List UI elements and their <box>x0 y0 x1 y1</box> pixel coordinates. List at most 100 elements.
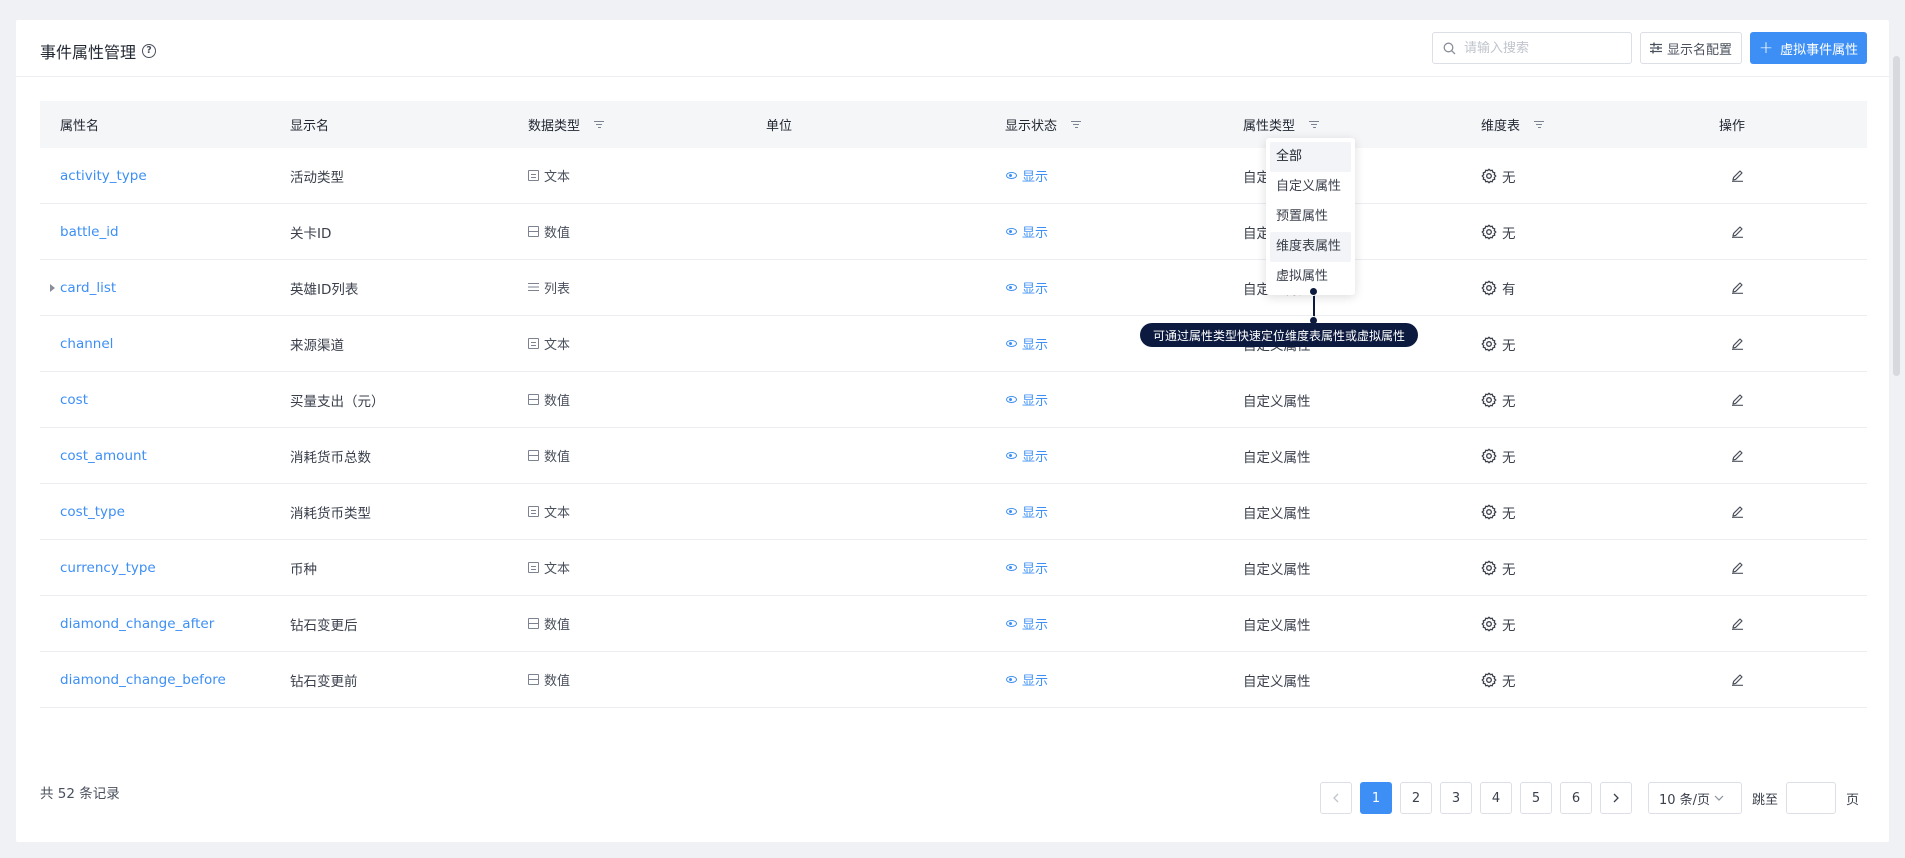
search-box[interactable] <box>1432 32 1632 64</box>
filter-option-custom[interactable]: 自定义属性 <box>1270 172 1351 202</box>
display-name-text: 活动类型 <box>290 169 344 186</box>
virtual-event-attr-button[interactable]: + 虚拟事件属性 <box>1750 32 1867 64</box>
page-button-5[interactable]: 5 <box>1520 782 1552 814</box>
text-doc-icon <box>528 562 539 573</box>
attr-name-link[interactable]: channel <box>60 336 113 352</box>
attr-name-link[interactable]: activity_type <box>60 168 147 184</box>
cell-display-status[interactable]: 显示 <box>985 502 1223 521</box>
filter-icon[interactable] <box>594 120 605 129</box>
gear-icon[interactable] <box>1481 392 1497 408</box>
scrollbar[interactable] <box>1893 56 1900 376</box>
cell-display-status[interactable]: 显示 <box>985 166 1223 185</box>
help-icon[interactable]: ? <box>142 44 157 58</box>
display-name-text: 币种 <box>290 561 317 578</box>
cell-display-status[interactable]: 显示 <box>985 278 1223 297</box>
filter-icon[interactable] <box>1534 120 1545 129</box>
gear-icon[interactable] <box>1481 616 1497 632</box>
edit-icon[interactable] <box>1731 337 1744 350</box>
expand-arrow-icon[interactable] <box>50 283 55 292</box>
display-status-label[interactable]: 显示 <box>1022 558 1048 577</box>
filter-option-all[interactable]: 全部 <box>1270 142 1351 172</box>
page-button-1[interactable]: 1 <box>1360 782 1392 814</box>
attr-name-link[interactable]: diamond_change_after <box>60 616 214 632</box>
filter-option-dim-table[interactable]: 维度表属性 <box>1270 232 1351 262</box>
chevron-left-icon <box>1333 793 1339 803</box>
cell-display-status[interactable]: 显示 <box>985 558 1223 577</box>
page-button-2[interactable]: 2 <box>1400 782 1432 814</box>
gear-icon[interactable] <box>1481 224 1497 240</box>
display-name-config-button[interactable]: 显示名配置 <box>1640 32 1742 64</box>
cell-actions <box>1699 337 1867 350</box>
page-button-3[interactable]: 3 <box>1440 782 1472 814</box>
number-icon <box>528 226 539 237</box>
prev-page-button[interactable] <box>1320 782 1352 814</box>
eye-icon <box>1005 674 1017 686</box>
filter-icon[interactable] <box>1071 120 1082 129</box>
table-row: activity_type 活动类型 文本 显示 自定义属性 无 <box>40 148 1867 204</box>
display-status-label[interactable]: 显示 <box>1022 614 1048 633</box>
guide-tooltip: 可通过属性类型快速定位维度表属性或虚拟属性 <box>1140 323 1418 347</box>
gear-icon[interactable] <box>1481 280 1497 296</box>
page-size-select[interactable]: 10 条/页 <box>1648 782 1742 814</box>
cell-display-status[interactable]: 显示 <box>985 390 1223 409</box>
col-header-dim-table: 维度表 <box>1461 115 1699 134</box>
attr-type-label: 自定义属性 <box>1243 561 1311 578</box>
cell-actions <box>1699 561 1867 574</box>
display-status-label[interactable]: 显示 <box>1022 446 1048 465</box>
data-type-label: 文本 <box>544 506 571 521</box>
display-status-label[interactable]: 显示 <box>1022 390 1048 409</box>
gear-icon[interactable] <box>1481 504 1497 520</box>
edit-icon[interactable] <box>1731 673 1744 686</box>
edit-icon[interactable] <box>1731 561 1744 574</box>
gear-icon[interactable] <box>1481 560 1497 576</box>
cell-display-name: 消耗货币总数 <box>270 446 508 466</box>
gear-icon[interactable] <box>1481 448 1497 464</box>
data-type-label: 文本 <box>544 338 571 353</box>
cell-display-status[interactable]: 显示 <box>985 670 1223 689</box>
display-status-label[interactable]: 显示 <box>1022 334 1048 353</box>
filter-icon[interactable] <box>1309 120 1320 129</box>
gear-icon[interactable] <box>1481 672 1497 688</box>
dim-table-label: 无 <box>1502 169 1516 186</box>
edit-icon[interactable] <box>1731 393 1744 406</box>
page-title: 事件属性管理 ? <box>40 39 157 63</box>
edit-icon[interactable] <box>1731 617 1744 630</box>
display-status-label[interactable]: 显示 <box>1022 166 1048 185</box>
display-status-label[interactable]: 显示 <box>1022 670 1048 689</box>
edit-icon[interactable] <box>1731 169 1744 182</box>
cell-display-status[interactable]: 显示 <box>985 446 1223 465</box>
jump-page-input[interactable] <box>1786 782 1837 814</box>
edit-icon[interactable] <box>1731 505 1744 518</box>
edit-icon[interactable] <box>1731 449 1744 462</box>
gear-icon[interactable] <box>1481 336 1497 352</box>
attr-name-link[interactable]: card_list <box>60 280 116 296</box>
attr-name-link[interactable]: diamond_change_before <box>60 672 226 688</box>
edit-icon[interactable] <box>1731 225 1744 238</box>
gear-icon[interactable] <box>1481 168 1497 184</box>
search-input[interactable] <box>1464 40 1624 56</box>
cell-display-name: 消耗货币类型 <box>270 502 508 522</box>
cell-attr-type: 自定义属性 <box>1223 670 1461 690</box>
attr-name-link[interactable]: currency_type <box>60 560 156 576</box>
display-status-label[interactable]: 显示 <box>1022 502 1048 521</box>
page-title-text: 事件属性管理 <box>40 43 137 62</box>
page-button-4[interactable]: 4 <box>1480 782 1512 814</box>
next-page-button[interactable] <box>1600 782 1632 814</box>
data-type-label: 数值 <box>544 226 571 241</box>
edit-icon[interactable] <box>1731 281 1744 294</box>
display-name-config-label: 显示名配置 <box>1666 42 1732 58</box>
display-status-label[interactable]: 显示 <box>1022 278 1048 297</box>
page-button-6[interactable]: 6 <box>1560 782 1592 814</box>
data-type-label: 数值 <box>544 450 571 465</box>
attr-name-link[interactable]: cost_amount <box>60 448 147 464</box>
cell-display-status[interactable]: 显示 <box>985 614 1223 633</box>
attr-name-link[interactable]: cost <box>60 392 88 408</box>
cell-display-status[interactable]: 显示 <box>985 222 1223 241</box>
cell-attr-type: 自定义属性 <box>1223 502 1461 522</box>
filter-option-preset[interactable]: 预置属性 <box>1270 202 1351 232</box>
attr-name-link[interactable]: cost_type <box>60 504 125 520</box>
cell-dim-table: 无 <box>1461 222 1699 242</box>
attr-name-link[interactable]: battle_id <box>60 224 119 240</box>
attr-type-label: 自定义属性 <box>1243 449 1311 466</box>
display-status-label[interactable]: 显示 <box>1022 222 1048 241</box>
